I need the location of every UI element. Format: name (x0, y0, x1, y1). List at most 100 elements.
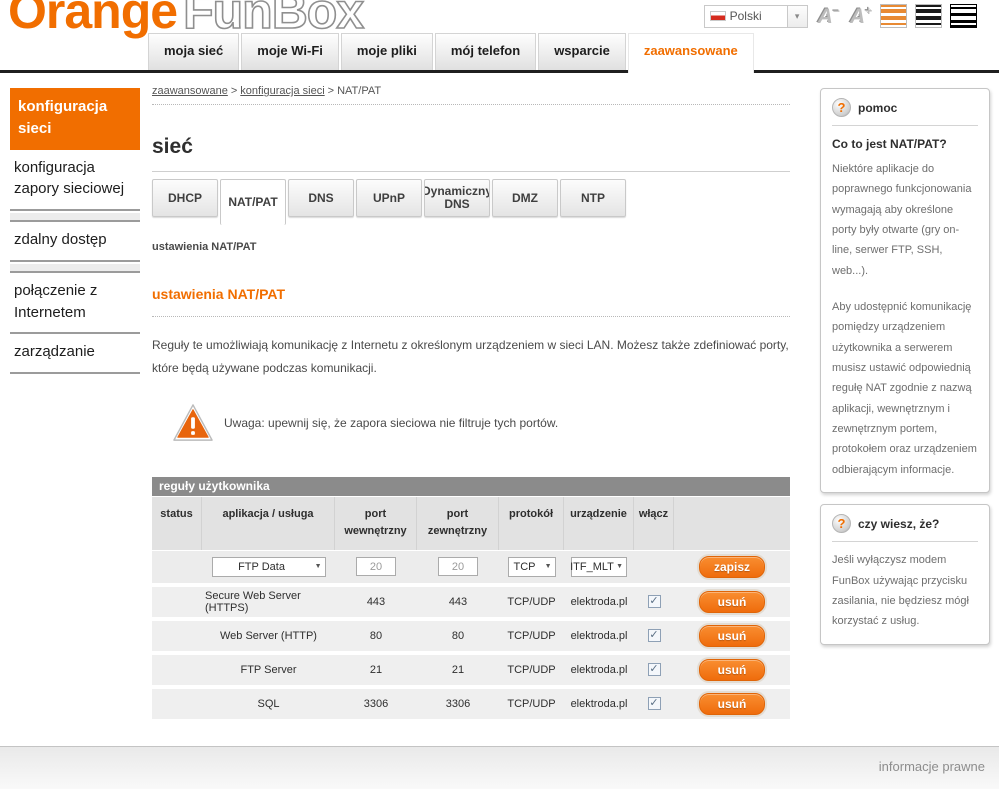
rule-protocol: TCP/UDP (499, 587, 564, 617)
router-admin-page: OrangeFunBox Polski ▾ A− A+ moja sieć mo… (0, 0, 999, 789)
delete-button[interactable]: usuń (699, 625, 765, 647)
main-navigation: moja sieć moje Wi-Fi moje pliki mój tele… (148, 33, 756, 73)
left-sidebar: konfiguracja sieci konfiguracja zapory s… (10, 88, 140, 374)
breadcrumb-link-zaawansowane[interactable]: zaawansowane (152, 85, 228, 97)
delete-button[interactable]: usuń (699, 591, 765, 613)
breadcrumb-link-konfiguracja-sieci[interactable]: konfiguracja sieci (240, 85, 324, 97)
rule-internal-port: 21 (335, 655, 417, 685)
breadcrumb-current: NAT/PAT (337, 85, 381, 97)
internal-port-input[interactable] (356, 557, 396, 576)
nav-tab-moje-wifi[interactable]: moje Wi-Fi (241, 33, 339, 70)
table-row: FTP Server 21 21 TCP/UDP elektroda.pl us… (152, 655, 790, 685)
language-selected: Polski (730, 9, 787, 23)
help-paragraph: Jeśli wyłączysz modem FunBox używając pr… (832, 550, 978, 631)
rule-device: elektroda.pl (564, 587, 634, 617)
protocol-select[interactable]: TCP (508, 557, 556, 577)
col-external-port: port zewnętrzny (417, 497, 499, 550)
help-box-czy-wiesz: czy wiesz, że? Jeśli wyłączysz modem Fun… (820, 504, 990, 644)
main-column: zaawansowane>konfiguracja sieci>NAT/PAT … (152, 85, 790, 719)
tab-dynamiczny-dns[interactable]: Dynamiczny DNS (424, 179, 490, 217)
device-select[interactable]: ITF_MLT (571, 557, 627, 577)
rule-application: FTP Server (202, 655, 335, 685)
tab-dhcp[interactable]: DHCP (152, 179, 218, 217)
warning-text: Uwaga: upewnij się, że zapora sieciowa n… (224, 416, 558, 430)
contrast-orange-button[interactable] (880, 4, 907, 28)
tab-ntp[interactable]: NTP (560, 179, 626, 217)
section-label: ustawienia NAT/PAT (152, 241, 790, 253)
help-box-title: pomoc (858, 101, 897, 115)
tab-upnp[interactable]: UPnP (356, 179, 422, 217)
nav-tab-wsparcie[interactable]: wsparcie (538, 33, 626, 70)
poland-flag-icon (710, 11, 726, 21)
language-select[interactable]: Polski ▾ (704, 5, 808, 28)
sidebar-item-zarzadzanie[interactable]: zarządzanie (10, 334, 140, 374)
warning-triangle-icon (172, 403, 214, 443)
col-status: status (152, 497, 202, 550)
sidebar-item-konfiguracja-sieci[interactable]: konfiguracja sieci (10, 88, 140, 150)
chevron-down-icon: ▾ (787, 6, 807, 27)
font-decrease-button[interactable]: A− (818, 5, 840, 27)
help-box-title: czy wiesz, że? (858, 517, 939, 531)
rule-protocol: TCP/UDP (499, 689, 564, 719)
table-header-row: status aplikacja / usługa port wewnętrzn… (152, 497, 790, 550)
col-protocol: protokół (499, 497, 564, 550)
page-title: sieć (152, 135, 790, 172)
enable-checkbox[interactable] (648, 697, 661, 710)
external-port-input[interactable] (438, 557, 478, 576)
col-internal-port: port wewnętrzny (335, 497, 417, 550)
application-select[interactable]: FTP Data (212, 557, 326, 577)
rule-device: elektroda.pl (564, 655, 634, 685)
nav-tab-moja-siec[interactable]: moja sieć (148, 33, 239, 70)
sidebar-item-zdalny-dostep[interactable]: zdalny dostęp (10, 222, 140, 262)
rule-internal-port: 443 (335, 587, 417, 617)
table-row: Secure Web Server (HTTPS) 443 443 TCP/UD… (152, 587, 790, 617)
user-rules-table: reguły użytkownika status aplikacja / us… (152, 477, 790, 719)
help-box-pomoc: pomoc Co to jest NAT/PAT? Niektóre aplik… (820, 88, 990, 493)
nav-tab-zaawansowane[interactable]: zaawansowane (628, 33, 754, 73)
help-paragraph: Niektóre aplikacje do poprawnego funkcjo… (832, 159, 978, 281)
contrast-light-button[interactable] (915, 4, 942, 28)
enable-checkbox[interactable] (648, 629, 661, 642)
rule-internal-port: 80 (335, 621, 417, 651)
section-title: ustawienia NAT/PAT (152, 286, 790, 317)
col-actions (674, 497, 790, 550)
legal-info-link[interactable]: informacje prawne (879, 759, 985, 774)
rule-external-port: 3306 (417, 689, 499, 719)
contrast-dark-button[interactable] (950, 4, 977, 28)
rule-external-port: 21 (417, 655, 499, 685)
sidebar-item-zapora[interactable]: konfiguracja zapory sieciowej (10, 150, 140, 212)
rule-application: Secure Web Server (HTTPS) (202, 587, 335, 617)
rule-device: elektroda.pl (564, 689, 634, 719)
warning-note: Uwaga: upewnij się, że zapora sieciowa n… (172, 403, 790, 443)
rule-protocol: TCP/UDP (499, 621, 564, 651)
header: OrangeFunBox Polski ▾ A− A+ moja sieć mo… (0, 0, 999, 73)
help-heading: Co to jest NAT/PAT? (832, 137, 978, 151)
rule-external-port: 443 (417, 587, 499, 617)
delete-button[interactable]: usuń (699, 693, 765, 715)
rule-application: Web Server (HTTP) (202, 621, 335, 651)
tab-nat-pat[interactable]: NAT/PAT (220, 179, 286, 225)
nav-tab-moj-telefon[interactable]: mój telefon (435, 33, 536, 70)
rule-external-port: 80 (417, 621, 499, 651)
rule-application: SQL (202, 689, 335, 719)
rule-internal-port: 3306 (335, 689, 417, 719)
tab-dns[interactable]: DNS (288, 179, 354, 217)
table-row: Web Server (HTTP) 80 80 TCP/UDP elektrod… (152, 621, 790, 651)
nav-tab-moje-pliki[interactable]: moje pliki (341, 33, 433, 70)
enable-checkbox[interactable] (648, 663, 661, 676)
question-mark-icon (832, 514, 851, 533)
save-button[interactable]: zapisz (699, 556, 765, 578)
enable-checkbox[interactable] (648, 595, 661, 608)
font-increase-button[interactable]: A+ (850, 5, 872, 27)
sidebar-item-polaczenie[interactable]: połączenie z Internetem (10, 273, 140, 335)
sidebar-separator (10, 213, 140, 222)
rule-device: elektroda.pl (564, 621, 634, 651)
delete-button[interactable]: usuń (699, 659, 765, 681)
tab-dmz[interactable]: DMZ (492, 179, 558, 217)
breadcrumb: zaawansowane>konfiguracja sieci>NAT/PAT (152, 85, 790, 105)
section-description: Reguły te umożliwiają komunikację z Inte… (152, 334, 790, 381)
question-mark-icon (832, 98, 851, 117)
col-device: urządzenie (564, 497, 634, 550)
table-title: reguły użytkownika (152, 477, 790, 496)
network-tabs: DHCP NAT/PAT DNS UPnP Dynamiczny DNS DMZ… (152, 179, 790, 225)
